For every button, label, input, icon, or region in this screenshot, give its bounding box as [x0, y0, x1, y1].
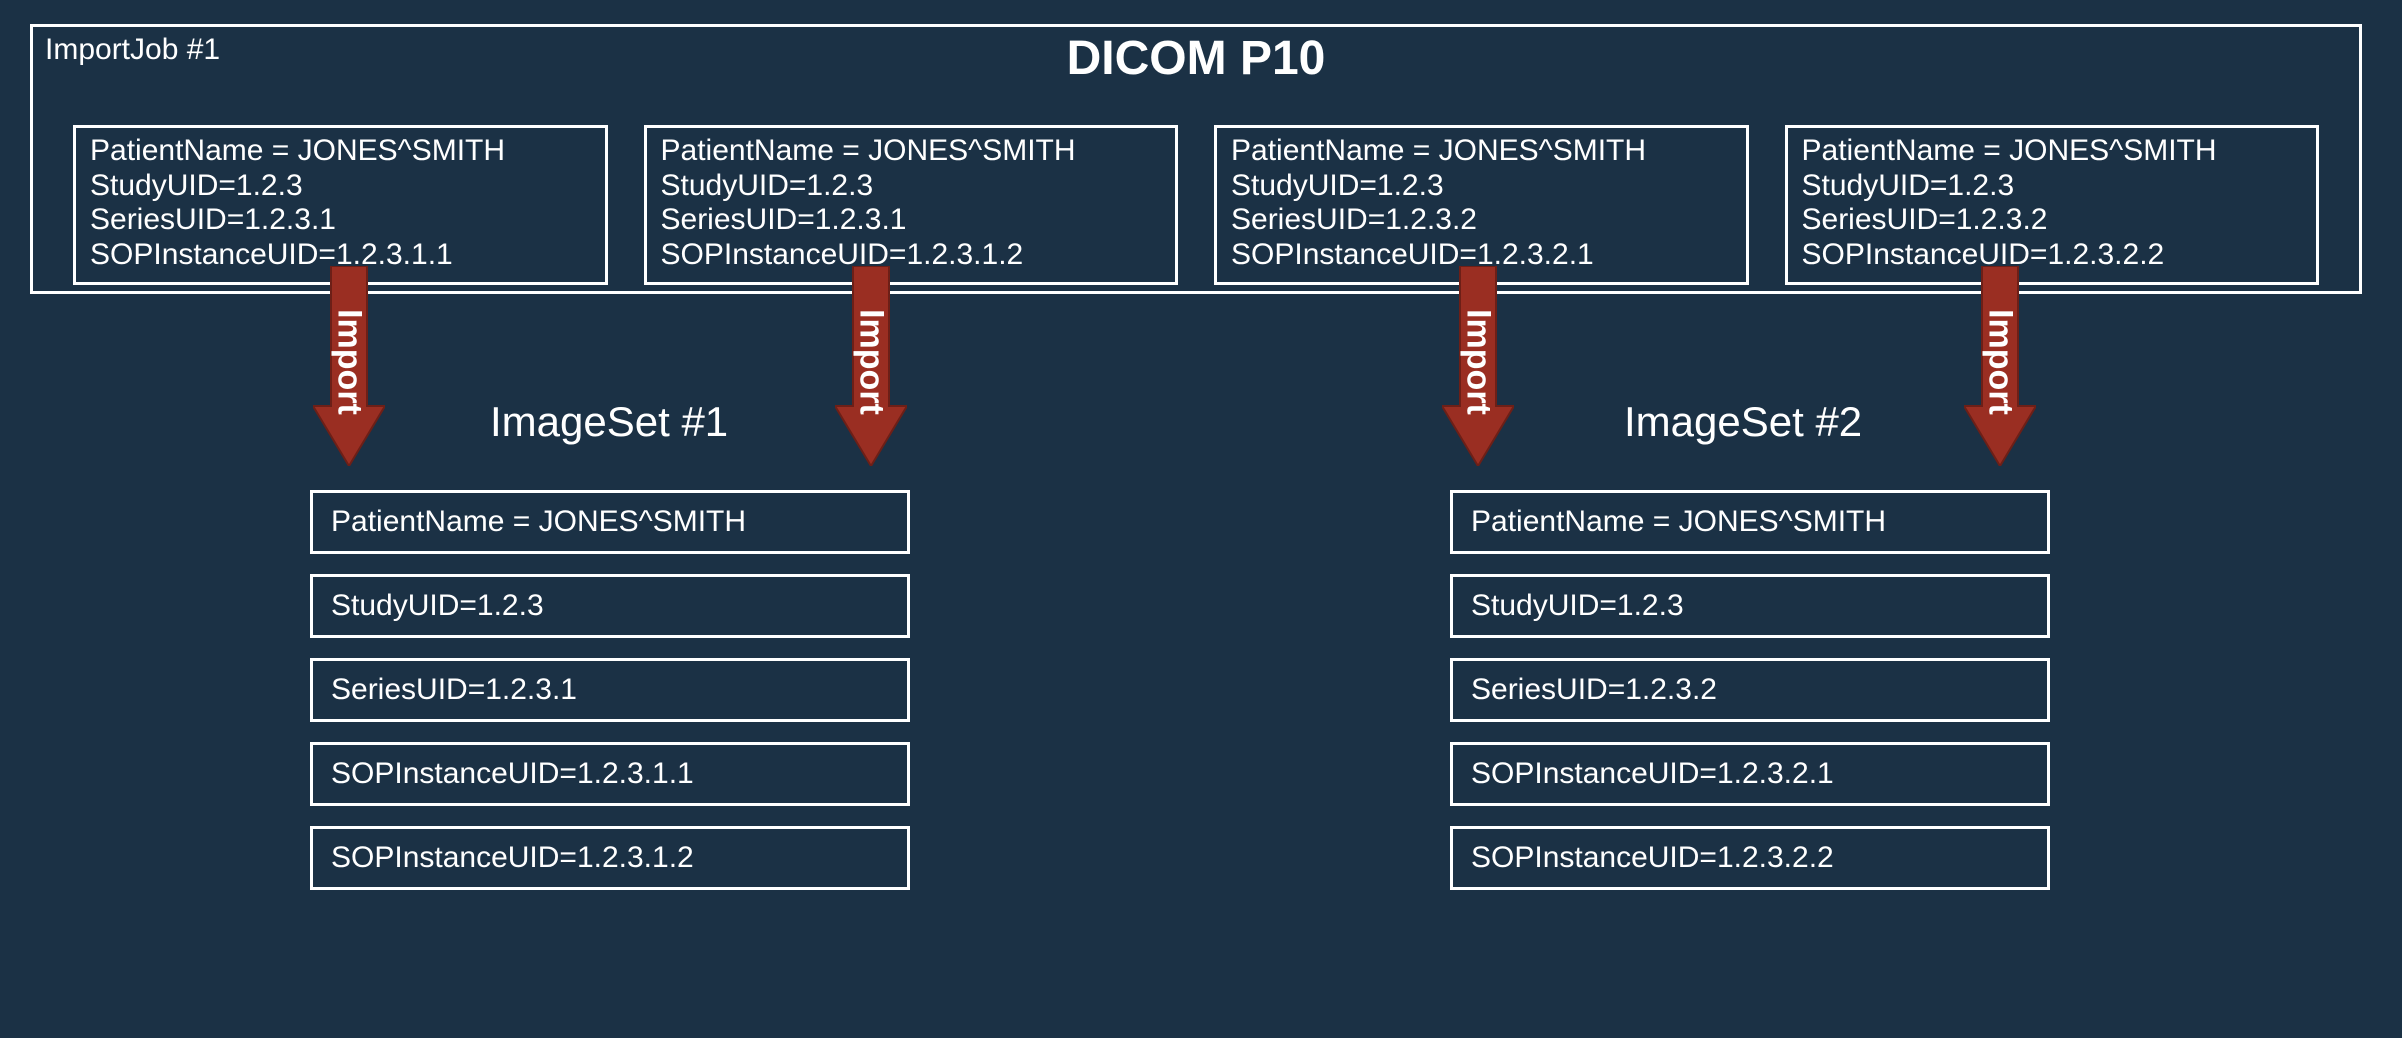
imageset-title: ImageSet #2: [1624, 398, 1862, 446]
arrow-label: Import: [1459, 309, 1498, 415]
imageset-container: PatientName = JONES^SMITH StudyUID=1.2.3…: [1450, 490, 2050, 910]
import-job-label: ImportJob #1: [45, 33, 220, 67]
imageset-row: SOPInstanceUID=1.2.3.1.2: [310, 826, 910, 890]
imageset-row: StudyUID=1.2.3: [310, 574, 910, 638]
instance-study: StudyUID=1.2.3: [1231, 169, 1732, 204]
arrow-label: Import: [1981, 309, 2020, 415]
import-arrow-icon: Import: [313, 266, 385, 466]
imageset-title: ImageSet #1: [490, 398, 728, 446]
import-arrow-icon: Import: [1964, 266, 2036, 466]
instance-patient: PatientName = JONES^SMITH: [661, 134, 1162, 169]
instance-patient: PatientName = JONES^SMITH: [90, 134, 591, 169]
dicom-instance: PatientName = JONES^SMITH StudyUID=1.2.3…: [644, 125, 1179, 285]
dicom-instance: PatientName = JONES^SMITH StudyUID=1.2.3…: [1785, 125, 2320, 285]
import-job-container: ImportJob #1 DICOM P10 PatientName = JON…: [30, 24, 2362, 294]
instance-series: SeriesUID=1.2.3.2: [1802, 203, 2303, 238]
instance-sop: SOPInstanceUID=1.2.3.2.2: [1802, 238, 2303, 273]
imageset-row: SOPInstanceUID=1.2.3.2.1: [1450, 742, 2050, 806]
arrow-label: Import: [852, 309, 891, 415]
instance-study: StudyUID=1.2.3: [661, 169, 1162, 204]
imageset-row: PatientName = JONES^SMITH: [310, 490, 910, 554]
dicom-instance: PatientName = JONES^SMITH StudyUID=1.2.3…: [73, 125, 608, 285]
imageset-row: StudyUID=1.2.3: [1450, 574, 2050, 638]
instance-series: SeriesUID=1.2.3.1: [661, 203, 1162, 238]
imageset-row: SOPInstanceUID=1.2.3.2.2: [1450, 826, 2050, 890]
dicom-instance: PatientName = JONES^SMITH StudyUID=1.2.3…: [1214, 125, 1749, 285]
imageset-row: PatientName = JONES^SMITH: [1450, 490, 2050, 554]
arrow-label: Import: [330, 309, 369, 415]
imageset-row: SOPInstanceUID=1.2.3.1.1: [310, 742, 910, 806]
instance-row: PatientName = JONES^SMITH StudyUID=1.2.3…: [73, 125, 2319, 285]
import-arrow-icon: Import: [835, 266, 907, 466]
instance-study: StudyUID=1.2.3: [1802, 169, 2303, 204]
instance-series: SeriesUID=1.2.3.1: [90, 203, 591, 238]
instance-study: StudyUID=1.2.3: [90, 169, 591, 204]
imageset-row: SeriesUID=1.2.3.1: [310, 658, 910, 722]
dicom-title: DICOM P10: [1067, 31, 1326, 86]
imageset-container: PatientName = JONES^SMITH StudyUID=1.2.3…: [310, 490, 910, 910]
instance-patient: PatientName = JONES^SMITH: [1231, 134, 1732, 169]
instance-series: SeriesUID=1.2.3.2: [1231, 203, 1732, 238]
instance-patient: PatientName = JONES^SMITH: [1802, 134, 2303, 169]
instance-sop: SOPInstanceUID=1.2.3.1.2: [661, 238, 1162, 273]
imageset-row: SeriesUID=1.2.3.2: [1450, 658, 2050, 722]
import-arrow-icon: Import: [1442, 266, 1514, 466]
